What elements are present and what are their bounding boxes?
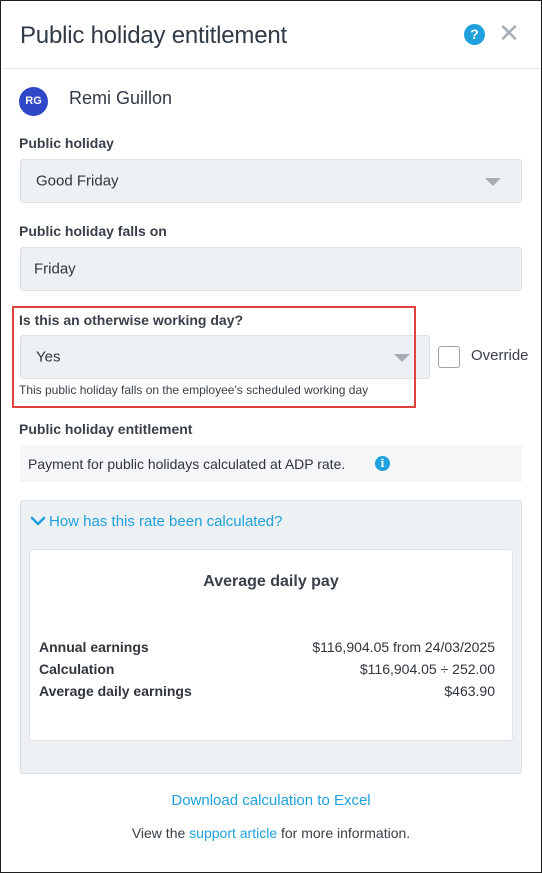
calculation-row: Annual earnings $116,904.05 from 24/03/2…: [39, 639, 495, 659]
calculation-row-key: Annual earnings: [39, 639, 149, 655]
entitlement-label: Public holiday entitlement: [19, 421, 193, 437]
avatar: RG: [19, 87, 48, 116]
override-checkbox[interactable]: [438, 346, 460, 368]
calculation-toggle-label: How has this rate been calculated?: [49, 513, 283, 530]
entitlement-info: Payment for public holidays calculated a…: [20, 445, 522, 482]
calculation-title: Average daily pay: [203, 573, 339, 590]
calculation-row-key: Calculation: [39, 661, 115, 677]
chevron-down-icon: [30, 516, 46, 526]
info-icon[interactable]: i: [375, 456, 390, 471]
falls-on-label: Public holiday falls on: [19, 223, 167, 239]
calculation-row: Calculation $116,904.05 ÷ 252.00: [39, 661, 495, 681]
close-icon[interactable]: ✕: [498, 20, 520, 46]
support-article-link[interactable]: support article: [189, 825, 277, 841]
public-holiday-entitlement-panel: Public holiday entitlement ? ✕ RG Remi G…: [0, 0, 542, 873]
calculation-row: Average daily earnings $463.90: [39, 683, 495, 703]
highlight-box: [12, 306, 416, 408]
footer-prefix: View the: [131, 825, 190, 841]
download-excel-link[interactable]: Download calculation to Excel: [1, 792, 541, 809]
employee-name: Remi Guillon: [69, 88, 173, 108]
calculation-row-value: $116,904.05 from 24/03/2025: [312, 639, 495, 655]
calculation-row-value: $116,904.05 ÷ 252.00: [359, 661, 495, 677]
falls-on-value: Friday: [34, 260, 76, 278]
footer-suffix: for more information.: [277, 825, 411, 841]
public-holiday-label: Public holiday: [19, 135, 114, 151]
panel-header: Public holiday entitlement ? ✕: [2, 2, 540, 69]
calculation-panel: How has this rate been calculated? Avera…: [20, 500, 522, 774]
calculation-details: Average daily pay Annual earnings $116,9…: [29, 549, 513, 741]
entitlement-info-text: Payment for public holidays calculated a…: [28, 456, 346, 472]
public-holiday-select[interactable]: Good Friday: [20, 159, 522, 203]
calculation-row-key: Average daily earnings: [39, 683, 192, 699]
public-holiday-value: Good Friday: [36, 172, 119, 190]
help-icon[interactable]: ?: [464, 24, 485, 45]
panel-title: Public holiday entitlement: [20, 22, 287, 49]
falls-on-field: Friday: [20, 247, 522, 291]
footer-text: View the support article for more inform…: [1, 825, 541, 841]
override-label[interactable]: Override: [471, 347, 529, 364]
dropdown-caret-icon: [485, 178, 501, 186]
calculation-row-value: $463.90: [444, 683, 495, 699]
